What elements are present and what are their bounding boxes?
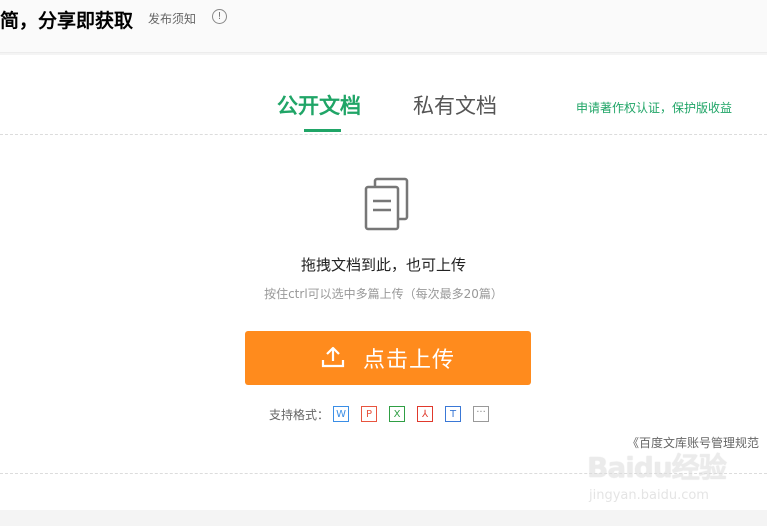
tabs-divider [0, 134, 767, 135]
pdf-file-icon: ⅄ [417, 406, 434, 422]
upload-button[interactable]: 点击上传 [245, 331, 531, 385]
page-title: 简，分享即获取 [0, 10, 134, 32]
ppt-file-icon: P [361, 406, 378, 422]
upload-card: 公开文档 私有文档 申请著作权认证，保护版收益 拖拽文档到此，也可上传 按住ct… [0, 55, 767, 510]
txt-file-icon: T [445, 406, 462, 422]
more-formats-icon[interactable]: ··· [473, 406, 490, 422]
excel-file-icon: X [389, 406, 406, 422]
top-bar: 简，分享即获取 发布须知 ! [0, 0, 767, 53]
publish-notice-link[interactable]: 发布须知 [148, 10, 196, 27]
watermark-url: jingyan.baidu.com [589, 488, 709, 503]
supported-formats: 支持格式： W P X ⅄ T ··· [269, 405, 501, 423]
tab-public-documents[interactable]: 公开文档 [277, 90, 361, 120]
info-circle-icon[interactable]: ! [212, 9, 227, 24]
copyright-certification-link[interactable]: 申请著作权认证，保护版收益 [576, 99, 732, 116]
baidu-jingyan-watermark: Baidu经验 jingyan.baidu.com [585, 446, 760, 516]
tab-private-documents[interactable]: 私有文档 [413, 90, 497, 120]
drop-zone-title: 拖拽文档到此，也可上传 [300, 256, 466, 274]
upload-button-label: 点击上传 [362, 348, 455, 373]
active-tab-indicator [304, 129, 341, 132]
drop-zone-hint: 按住ctrl可以选中多篇上传（每次最多20篇） [264, 287, 503, 301]
document-stack-icon [364, 177, 409, 231]
upload-icon [321, 346, 345, 367]
watermark-logo-text: Baidu经验 [587, 451, 727, 484]
supported-formats-label: 支持格式： [269, 407, 330, 422]
word-file-icon: W [333, 406, 350, 422]
